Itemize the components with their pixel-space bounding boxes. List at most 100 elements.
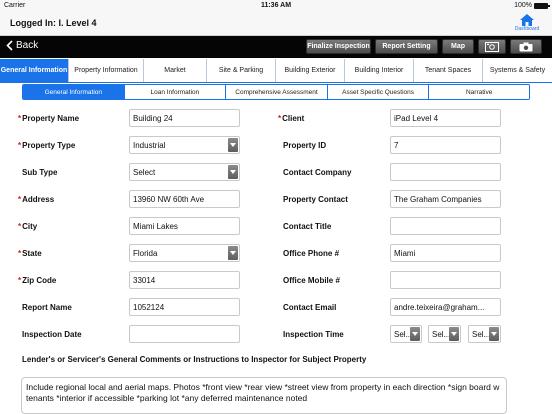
label-text: Client	[282, 113, 305, 123]
office-mobile-input[interactable]	[390, 271, 501, 289]
inspection-date-input[interactable]	[129, 325, 240, 343]
battery-percent: 100%	[514, 2, 532, 9]
chevron-down-icon	[228, 246, 238, 260]
zip-code-input[interactable]: 33014	[129, 271, 240, 289]
required-marker: *	[18, 113, 22, 123]
required-marker: *	[18, 275, 22, 285]
subtab-label: General Information	[44, 88, 103, 96]
select-value: Florida	[133, 248, 158, 258]
login-bar: Logged In: I. Level 4 Dashboard	[0, 12, 552, 36]
city-label: * City	[18, 217, 37, 235]
tab-building-interior[interactable]: Building Interior	[345, 59, 414, 82]
report-name-input[interactable]: 1052124	[129, 298, 240, 316]
client-input[interactable]: iPad Level 4	[390, 109, 501, 127]
subtab-label: Loan Information	[150, 88, 200, 96]
report-setting-button[interactable]: Report Setting	[375, 39, 438, 54]
state-select[interactable]: Florida	[129, 244, 240, 262]
address-input[interactable]: 13960 NW 60th Ave	[129, 190, 240, 208]
photo-gallery-button[interactable]	[478, 39, 506, 54]
required-marker: *	[18, 221, 22, 231]
map-button[interactable]: Map	[442, 39, 474, 54]
select-value: Select	[133, 167, 156, 177]
chevron-down-icon	[228, 165, 238, 179]
label-text: Zip Code	[22, 275, 57, 285]
contact-company-label: Contact Company	[283, 167, 352, 177]
contact-email-input[interactable]: andre.teixeira@graham...	[390, 298, 501, 316]
subtab-label: Comprehensive Assessment	[235, 88, 318, 96]
battery-icon	[534, 2, 550, 9]
zip-code-label: * Zip Code	[18, 271, 56, 289]
dashboard-button[interactable]: Dashboard	[512, 14, 542, 32]
inspection-minute-select[interactable]: Sel...	[428, 325, 461, 343]
tab-tenant-spaces[interactable]: Tenant Spaces	[414, 59, 483, 82]
comments-label: Lender's or Servicer's General Comments …	[22, 355, 367, 364]
report-setting-label: Report Setting	[382, 43, 431, 50]
label-text: State	[22, 248, 42, 258]
property-name-label: * Property Name	[18, 109, 79, 127]
tab-label: Building Exterior	[284, 67, 336, 74]
label-text: Property Name	[22, 113, 80, 123]
required-marker: *	[18, 194, 22, 204]
tab-property-information[interactable]: Property Information	[69, 59, 144, 82]
inspection-time-label: Inspection Time	[283, 329, 344, 339]
tab-label: Market	[164, 67, 186, 74]
tab-label: Systems & Safety	[489, 67, 546, 74]
label-text: Property Type	[22, 140, 76, 150]
property-name-input[interactable]: Building 24	[129, 109, 240, 127]
subtab-narrative[interactable]: Narrative	[429, 85, 529, 99]
subtab-asset-specific-questions[interactable]: Asset Specific Questions	[328, 85, 430, 99]
property-contact-input[interactable]: The Graham Companies	[390, 190, 501, 208]
contact-company-input[interactable]	[390, 163, 501, 181]
property-type-label: * Property Type	[18, 136, 75, 154]
select-value: Industrial	[133, 140, 166, 150]
toolbar: Back Finalize Inspection Report Setting …	[0, 36, 552, 58]
dashboard-label: Dashboard	[514, 26, 540, 32]
back-label: Back	[16, 40, 39, 51]
chevron-down-icon	[489, 327, 499, 341]
required-marker: *	[278, 113, 282, 123]
camera-button[interactable]	[510, 39, 542, 54]
office-phone-input[interactable]: Miami	[390, 244, 501, 262]
tab-label: Building Interior	[354, 67, 404, 74]
clock: 11:36 AM	[260, 2, 292, 9]
subtab-general-information[interactable]: General Information	[23, 85, 125, 99]
property-id-input[interactable]: 7	[390, 136, 501, 154]
home-icon	[520, 14, 534, 26]
tab-building-exterior[interactable]: Building Exterior	[276, 59, 345, 82]
sub-type-select[interactable]: Select	[129, 163, 240, 181]
back-button[interactable]: Back	[6, 40, 38, 51]
finalize-inspection-button[interactable]: Finalize Inspection	[306, 39, 371, 54]
sub-type-label: Sub Type	[22, 167, 58, 177]
tab-label: General Information	[0, 67, 68, 74]
select-value: Sel...	[472, 329, 491, 339]
inspection-ampm-select[interactable]: Sel...	[468, 325, 501, 343]
camera-icon	[519, 42, 533, 51]
comments-textarea[interactable]: Include regional local and aerial maps. …	[21, 377, 507, 414]
contact-title-input[interactable]	[390, 217, 501, 235]
property-contact-label: Property Contact	[283, 194, 348, 204]
subtab-comprehensive-assessment[interactable]: Comprehensive Assessment	[226, 85, 328, 99]
label-text: Address	[22, 194, 55, 204]
select-value: Sel...	[432, 329, 451, 339]
inspection-hour-select[interactable]: Sel...	[390, 325, 422, 343]
main-tab-bar: General Information Property Information…	[0, 59, 552, 83]
inspection-date-label: Inspection Date	[22, 329, 82, 339]
tab-site-parking[interactable]: Site & Parking	[207, 59, 276, 82]
tab-general-information[interactable]: General Information	[0, 59, 69, 82]
tab-systems-safety[interactable]: Systems & Safety	[483, 59, 552, 82]
required-marker: *	[18, 140, 22, 150]
office-mobile-label: Office Mobile #	[283, 275, 340, 285]
finalize-inspection-label: Finalize Inspection	[307, 43, 370, 50]
tab-label: Property Information	[74, 67, 138, 74]
chevron-down-icon	[228, 138, 238, 152]
map-label: Map	[451, 43, 465, 50]
logged-in-label: Logged In: I. Level 4	[10, 18, 97, 28]
subtab-loan-information[interactable]: Loan Information	[125, 85, 227, 99]
tab-label: Tenant Spaces	[424, 67, 472, 74]
contact-email-label: Contact Email	[283, 302, 337, 312]
tab-market[interactable]: Market	[144, 59, 207, 82]
property-id-label: Property ID	[283, 140, 327, 150]
property-type-select[interactable]: Industrial	[129, 136, 240, 154]
subtab-label: Asset Specific Questions	[342, 88, 415, 96]
city-input[interactable]: Miami Lakes	[129, 217, 240, 235]
